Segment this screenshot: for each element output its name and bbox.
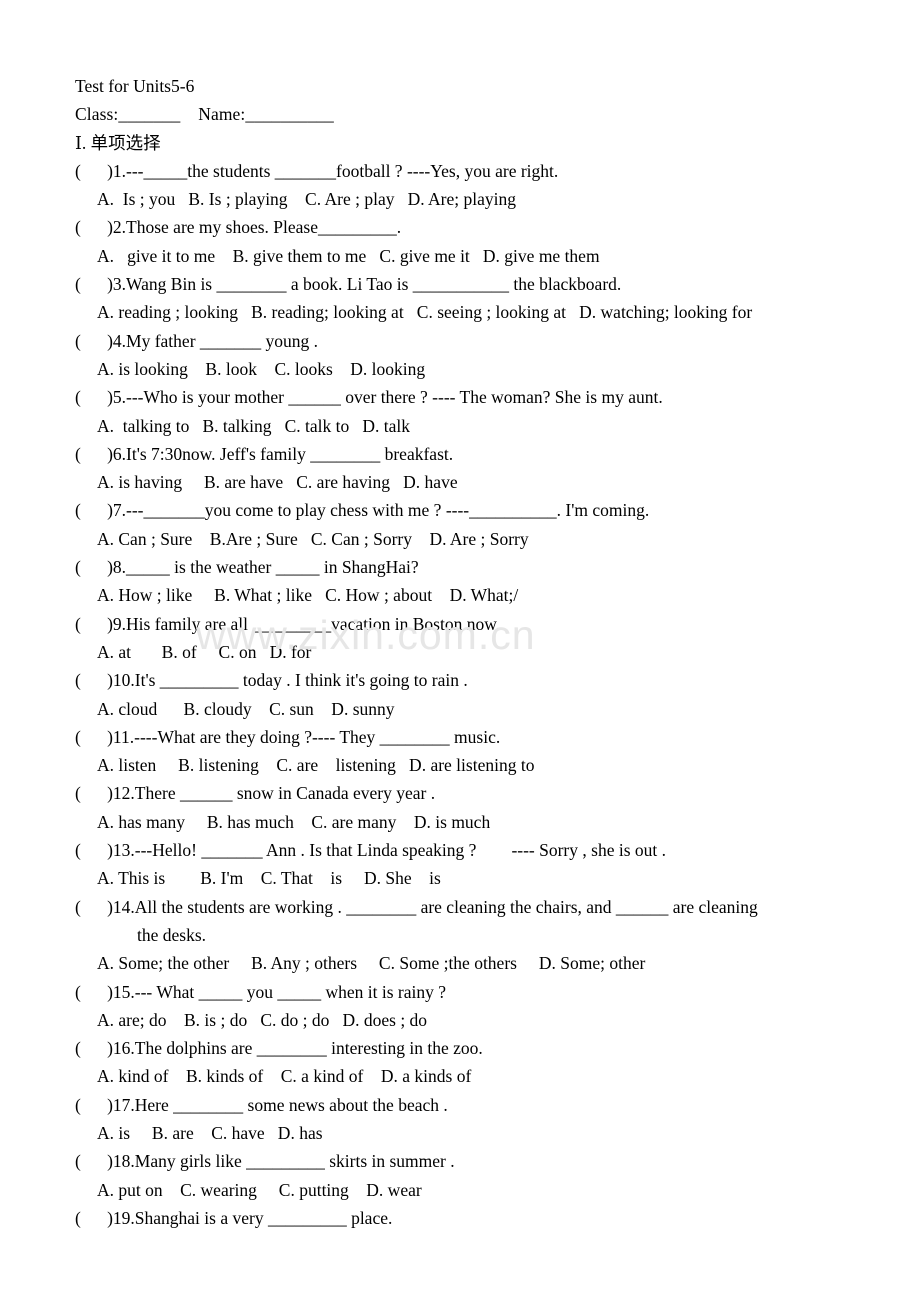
question-options: A. is B. are C. have D. has bbox=[97, 1122, 323, 1143]
question-options: A. at B. of C. on D. for bbox=[97, 641, 312, 662]
question-stem: ( )2.Those are my shoes. Please_________… bbox=[75, 217, 402, 238]
question-stem: ( )5.---Who is your mother ______ over t… bbox=[75, 387, 663, 408]
question-item-18: ( )18.Many girls like _________ skirts i… bbox=[75, 1147, 865, 1204]
document-page: Test for Units5-6 Class:_______ Name:___… bbox=[0, 0, 920, 1300]
question-options: A. How ; like B. What ; like C. How ; ab… bbox=[97, 585, 519, 606]
question-item-15: ( )15.--- What _____ you _____ when it i… bbox=[75, 978, 865, 1035]
question-item-1: ( )1.---_____the students _______footbal… bbox=[75, 157, 865, 214]
question-options: A. This is B. I'm C. That is D. She is bbox=[97, 868, 441, 889]
section-heading-multiple-choice: Ⅰ. 单项选择 bbox=[75, 132, 161, 153]
document-content: Test for Units5-6 Class:_______ Name:___… bbox=[75, 72, 865, 1232]
question-stem: ( )7.---_______you come to play chess wi… bbox=[75, 500, 650, 521]
question-options: A. Some; the other B. Any ; others C. So… bbox=[97, 953, 646, 974]
question-item-16: ( )16.The dolphins are ________ interest… bbox=[75, 1034, 865, 1091]
question-item-17: ( )17.Here ________ some news about the … bbox=[75, 1091, 865, 1148]
question-stem: ( )3.Wang Bin is ________ a book. Li Tao… bbox=[75, 274, 622, 295]
question-options: A. put on C. wearing C. putting D. wear bbox=[97, 1179, 422, 1200]
class-name-fields: Class:_______ Name:__________ bbox=[75, 104, 334, 125]
question-item-9: ( )9.His family are all _________vacatio… bbox=[75, 610, 865, 667]
question-options: A. is looking B. look C. looks D. lookin… bbox=[97, 358, 426, 379]
question-stem: ( )12.There ______ snow in Canada every … bbox=[75, 783, 436, 804]
question-stem: ( )9.His family are all _________vacatio… bbox=[75, 613, 501, 634]
question-item-4: ( )4.My father _______ young . A. is loo… bbox=[75, 327, 865, 384]
question-item-14: ( )14.All the students are working . ___… bbox=[75, 893, 865, 978]
question-options: A. talking to B. talking C. talk to D. t… bbox=[97, 415, 411, 436]
question-options: A. reading ; looking B. reading; looking… bbox=[97, 302, 753, 323]
question-options: A. are; do B. is ; do C. do ; do D. does… bbox=[97, 1009, 428, 1030]
question-stem: ( )17.Here ________ some news about the … bbox=[75, 1094, 448, 1115]
question-item-13: ( )13.---Hello! _______ Ann . Is that Li… bbox=[75, 836, 865, 893]
question-item-11: ( )11.----What are they doing ?---- They… bbox=[75, 723, 865, 780]
question-options: A. kind of B. kinds of C. a kind of D. a… bbox=[97, 1066, 472, 1087]
question-stem: ( )4.My father _______ young . bbox=[75, 330, 319, 351]
question-stem-continued: the desks. bbox=[137, 924, 207, 945]
question-stem: ( )14.All the students are working . ___… bbox=[75, 896, 758, 917]
question-stem: ( )19.Shanghai is a very _________ place… bbox=[75, 1207, 393, 1228]
question-item-3: ( )3.Wang Bin is ________ a book. Li Tao… bbox=[75, 270, 865, 327]
question-item-2: ( )2.Those are my shoes. Please_________… bbox=[75, 213, 865, 270]
question-item-6: ( )6.It's 7:30now. Jeff's family _______… bbox=[75, 440, 865, 497]
question-options: A. listen B. listening C. are listening … bbox=[97, 755, 535, 776]
question-stem: ( )8._____ is the weather _____ in Shang… bbox=[75, 557, 419, 578]
question-item-5: ( )5.---Who is your mother ______ over t… bbox=[75, 383, 865, 440]
question-item-10: ( )10.It's _________ today . I think it'… bbox=[75, 666, 865, 723]
question-options: A. give it to me B. give them to me C. g… bbox=[97, 245, 600, 266]
question-stem: ( )11.----What are they doing ?---- They… bbox=[75, 726, 501, 747]
document-title: Test for Units5-6 bbox=[75, 76, 195, 96]
question-options: A. has many B. has much C. are many D. i… bbox=[97, 811, 491, 832]
question-item-12: ( )12.There ______ snow in Canada every … bbox=[75, 779, 865, 836]
question-stem: ( )15.--- What _____ you _____ when it i… bbox=[75, 981, 446, 1002]
question-item-19: ( )19.Shanghai is a very _________ place… bbox=[75, 1204, 865, 1232]
question-stem: ( )16.The dolphins are ________ interest… bbox=[75, 1038, 483, 1059]
question-stem: ( )1.---_____the students _______footbal… bbox=[75, 160, 559, 181]
question-options: A. cloud B. cloudy C. sun D. sunny bbox=[97, 698, 395, 719]
question-stem: ( )18.Many girls like _________ skirts i… bbox=[75, 1151, 455, 1172]
question-stem: ( )6.It's 7:30now. Jeff's family _______… bbox=[75, 443, 454, 464]
question-stem: ( )13.---Hello! _______ Ann . Is that Li… bbox=[75, 840, 667, 861]
question-options: A. Is ; you B. Is ; playing C. Are ; pla… bbox=[97, 189, 516, 210]
question-options: A. Can ; Sure B.Are ; Sure C. Can ; Sorr… bbox=[97, 528, 529, 549]
question-item-7: ( )7.---_______you come to play chess wi… bbox=[75, 496, 865, 553]
question-stem: ( )10.It's _________ today . I think it'… bbox=[75, 670, 468, 691]
question-options: A. is having B. are have C. are having D… bbox=[97, 472, 458, 493]
question-item-8: ( )8._____ is the weather _____ in Shang… bbox=[75, 553, 865, 610]
